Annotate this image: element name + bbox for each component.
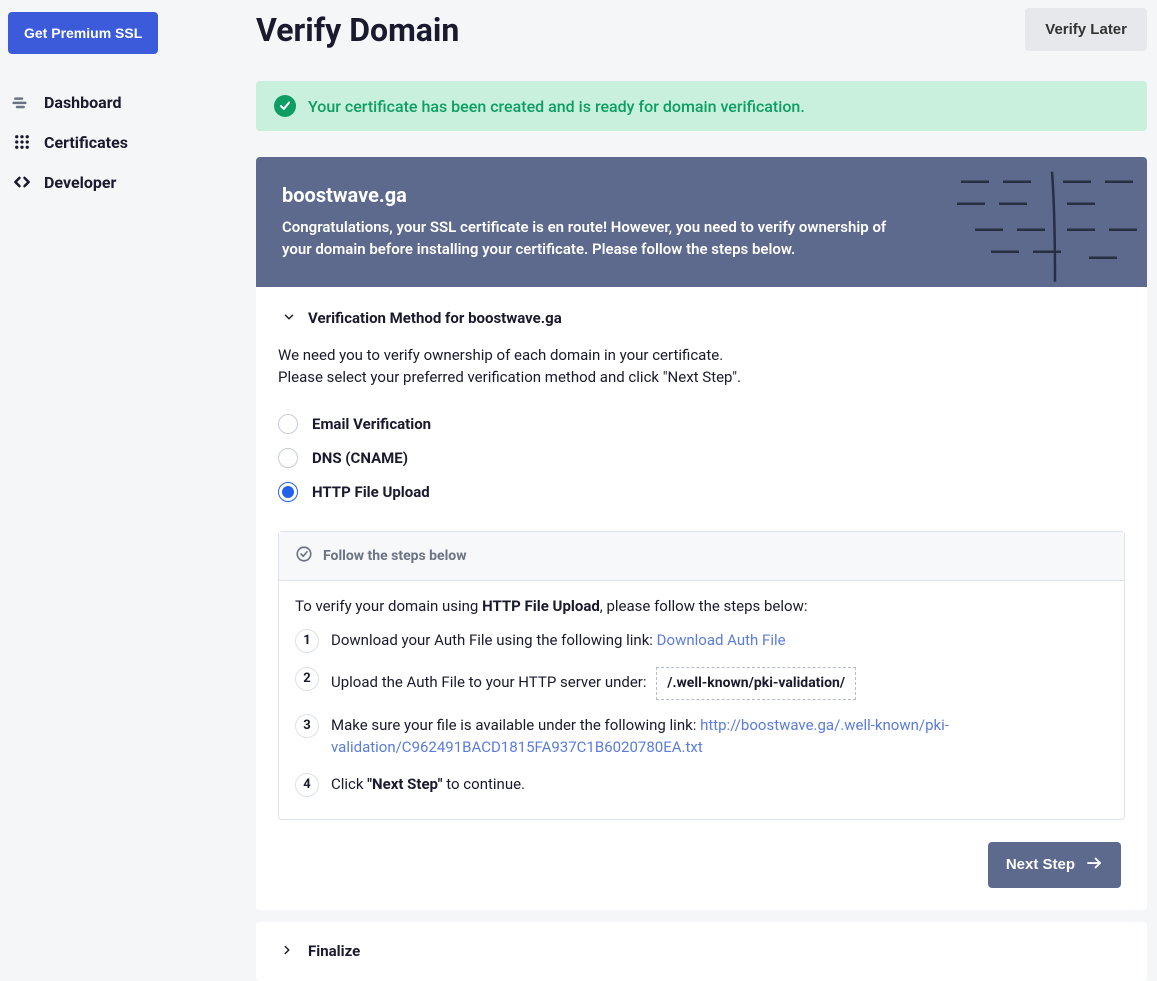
finalize-header[interactable]: Finalize	[256, 922, 1147, 981]
next-step-label: Next Step	[1006, 856, 1075, 873]
step-number: 4	[295, 773, 319, 797]
page-header: Verify Domain Verify Later	[256, 8, 1147, 51]
code-icon	[12, 172, 32, 192]
step-3: 3 Make sure your file is available under…	[295, 714, 1108, 759]
sidebar-item-certificates[interactable]: Certificates	[8, 122, 192, 162]
steps-box-header: Follow the steps below	[279, 532, 1124, 581]
chevron-right-icon	[280, 942, 294, 961]
grid-icon	[12, 132, 32, 152]
sidebar-item-developer[interactable]: Developer	[8, 162, 192, 202]
radio-icon	[278, 482, 298, 502]
step-4: 4 Click "Next Step" to continue.	[295, 773, 1108, 797]
step-number: 2	[295, 667, 319, 691]
step-1: 1 Download your Auth File using the foll…	[295, 629, 1108, 653]
header-decoration-icon	[947, 157, 1147, 287]
domain-card-header: boostwave.ga Congratulations, your SSL c…	[256, 157, 1147, 287]
success-alert: Your certificate has been created and is…	[256, 81, 1147, 131]
steps-header-text: Follow the steps below	[323, 548, 467, 564]
sidebar-item-label: Certificates	[44, 133, 128, 152]
method-http[interactable]: HTTP File Upload	[278, 475, 1125, 509]
sidebar: Get Premium SSL Dashboard Certificates D…	[0, 0, 200, 853]
download-auth-file-link[interactable]: Download Auth File	[657, 631, 786, 649]
dashboard-icon	[12, 92, 32, 112]
upload-path: /.well-known/pki-validation/	[656, 667, 856, 700]
main-content: Verify Domain Verify Later Your certific…	[200, 0, 1157, 853]
page-title: Verify Domain	[256, 11, 459, 49]
alert-text: Your certificate has been created and is…	[308, 97, 805, 116]
radio-label: Email Verification	[312, 415, 431, 433]
steps-intro: To verify your domain using HTTP File Up…	[295, 597, 1108, 615]
sidebar-item-dashboard[interactable]: Dashboard	[8, 82, 192, 122]
next-step-row: Next Step	[256, 842, 1121, 910]
method-email[interactable]: Email Verification	[278, 407, 1125, 441]
radio-icon	[278, 414, 298, 434]
method-dns[interactable]: DNS (CNAME)	[278, 441, 1125, 475]
step-number: 3	[295, 714, 319, 738]
next-step-button[interactable]: Next Step	[988, 842, 1121, 888]
get-premium-button[interactable]: Get Premium SSL	[8, 12, 158, 54]
verification-section-title: Verification Method for boostwave.ga	[308, 309, 562, 327]
radio-icon	[278, 448, 298, 468]
steps-box: Follow the steps below To verify your do…	[278, 531, 1125, 820]
method-radio-list: Email Verification DNS (CNAME) HTTP File…	[256, 407, 1147, 531]
radio-label: HTTP File Upload	[312, 483, 430, 501]
step-number: 1	[295, 629, 319, 653]
steps-body: To verify your domain using HTTP File Up…	[279, 581, 1124, 819]
verification-instructions: We need you to verify ownership of each …	[256, 340, 1147, 407]
step-2: 2 Upload the Auth File to your HTTP serv…	[295, 667, 1108, 700]
radio-label: DNS (CNAME)	[312, 449, 408, 467]
domain-card-subtitle: Congratulations, your SSL certificate is…	[282, 217, 902, 261]
sidebar-item-label: Dashboard	[44, 93, 121, 112]
domain-card: boostwave.ga Congratulations, your SSL c…	[256, 157, 1147, 910]
sidebar-item-label: Developer	[44, 173, 116, 192]
finalize-title: Finalize	[308, 942, 360, 960]
check-circle-icon	[274, 95, 296, 117]
finalize-card: Finalize	[256, 922, 1147, 981]
check-outline-icon	[295, 545, 313, 567]
chevron-down-icon	[282, 309, 296, 328]
arrow-right-icon	[1085, 854, 1103, 876]
verify-later-button[interactable]: Verify Later	[1025, 8, 1147, 51]
verification-section-header[interactable]: Verification Method for boostwave.ga	[256, 287, 1147, 340]
